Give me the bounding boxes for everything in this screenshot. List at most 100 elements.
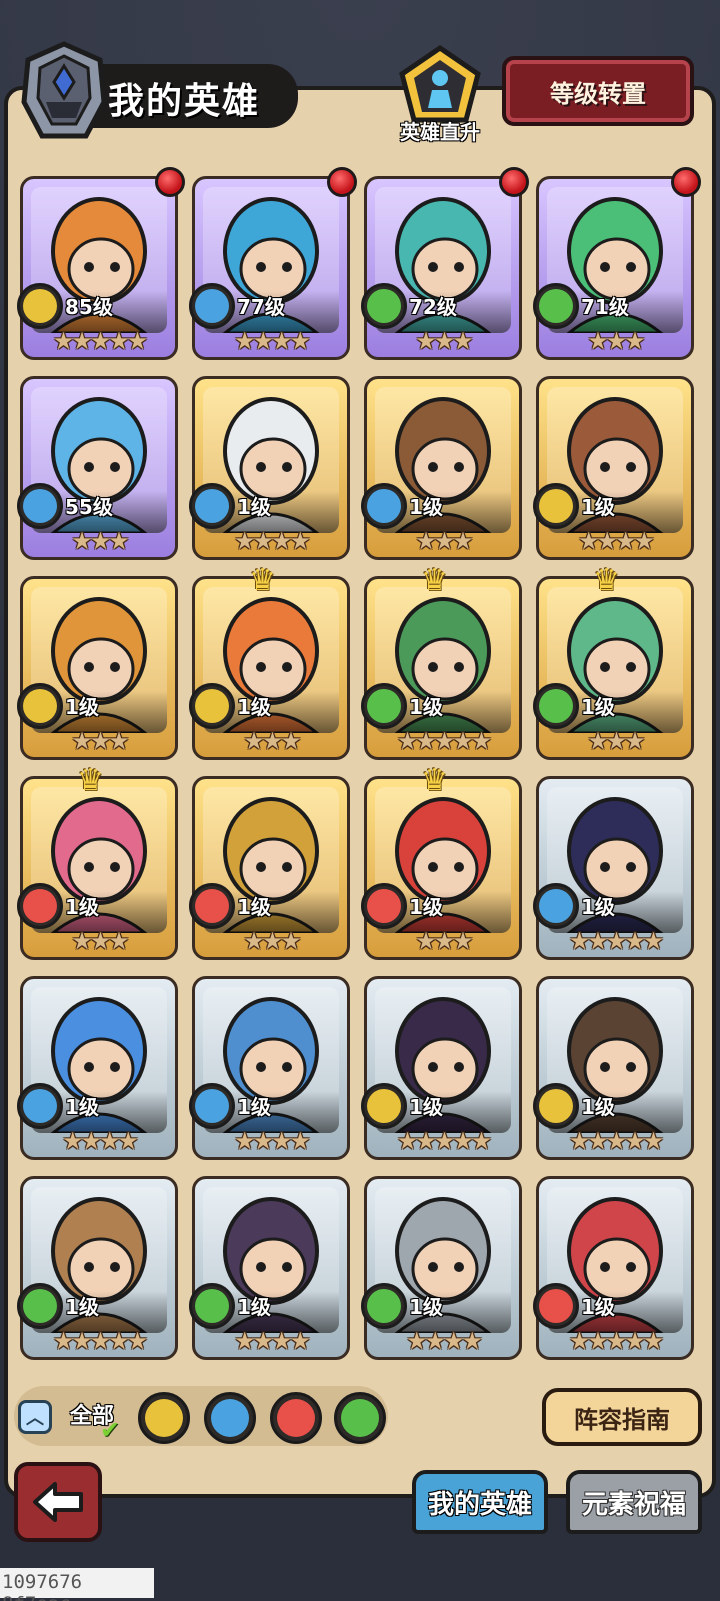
hero-card[interactable]: 1级 ★★★★★ [361,976,522,1160]
notification-dot [671,167,701,197]
hero-promote-button[interactable]: 英雄直升 [388,44,492,144]
fire-element-icon [17,883,63,929]
hero-promote-icon [399,44,481,123]
hero-card[interactable]: 1级 ★★★★★ [533,776,694,960]
tab-my-heroes[interactable]: 我的英雄 [412,1470,548,1534]
wind-element-icon [189,1283,235,1329]
hero-card[interactable]: 1级 ★★★ ♛ [17,763,178,960]
tab-element-blessing[interactable]: 元素祝福 [566,1470,702,1534]
notification-dot [155,167,185,197]
filter-wind-icon[interactable] [334,1392,386,1444]
hero-card[interactable]: 1级 ★★★★ [17,976,178,1160]
water-element-icon [17,483,63,529]
hero-card[interactable]: 72级 ★★★ [361,167,529,360]
wind-element-icon [17,1283,63,1329]
hero-level: 1级 [581,1095,615,1119]
fire-element-icon [189,883,235,929]
hero-stars: ★★★ [415,527,474,555]
crown-icon: ♛ [593,563,620,598]
hero-level: 1级 [65,695,99,719]
hero-level: 1级 [581,495,615,519]
hero-level: 1级 [65,1095,99,1119]
notification-dot [499,167,529,197]
hero-level: 1级 [237,1295,271,1319]
water-element-icon [189,283,235,329]
filter-fire-icon[interactable] [270,1392,322,1444]
checkmark-icon: ✔ [100,1416,121,1444]
hero-level: 71级 [581,295,629,319]
water-element-icon [17,1083,63,1129]
hero-card[interactable]: 1级 ★★★★ [533,376,694,560]
hero-card[interactable]: 71级 ★★★ [533,167,701,360]
hero-card[interactable]: 1级 ★★★ [17,576,178,760]
hero-card[interactable]: 1级 ★★★★★ [17,1176,178,1360]
water-element-icon [361,483,407,529]
crown-icon: ♛ [421,563,448,598]
helmet-icon [21,41,107,139]
hero-card[interactable]: 1级 ★★★★★ ♛ [361,563,522,760]
hero-stars: ★★★ [415,327,474,355]
hero-card[interactable]: 1级 ★★★★ [361,1176,522,1360]
hero-stars: ★★★★★ [396,1127,493,1155]
hero-card[interactable]: 1级 ★★★★ [189,976,350,1160]
earth-element-icon [17,683,63,729]
earth-element-icon [533,1083,579,1129]
filter-earth-icon[interactable] [138,1392,190,1444]
water-element-icon [189,483,235,529]
hero-card[interactable]: 85级 ★★★★★ [17,167,185,360]
hero-card[interactable]: 77级 ★★★★ [189,167,357,360]
hero-card[interactable]: 1级 ★★★ ♛ [533,563,694,760]
hero-stars: ★★★★ [61,1127,139,1155]
hero-card[interactable]: 1级 ★★★★★ [533,976,694,1160]
hero-level: 1级 [409,1095,443,1119]
earth-element-icon [361,1083,407,1129]
hero-card[interactable]: 1级 ★★★ ♛ [189,563,350,760]
chevron-up-icon[interactable]: ︿ [18,1400,52,1434]
hero-card[interactable]: 1级 ★★★★ [189,376,350,560]
hero-card[interactable]: 1级 ★★★★ [189,1176,350,1360]
fire-element-icon [533,1283,579,1329]
hero-stars: ★★★★★ [396,727,493,755]
hero-level: 1级 [237,895,271,919]
hero-stars: ★★★ [243,927,302,955]
filter-water-icon[interactable] [204,1392,256,1444]
level-reset-button[interactable]: 等级转置 [502,56,694,126]
hero-promote-label: 英雄直升 [400,120,480,144]
hero-card[interactable]: 1级 ★★★★★ [533,1176,694,1360]
back-arrow-icon [33,1482,83,1522]
hero-stars: ★★★★ [233,327,311,355]
hero-level: 1级 [409,1295,443,1319]
hero-level: 1级 [237,495,271,519]
debug-label: 1097676 8f7eac [0,1568,154,1601]
earth-element-icon [189,683,235,729]
hero-stars: ★★★ [415,927,474,955]
hero-stars: ★★★★★ [568,1327,665,1355]
hero-stars: ★★★★★ [52,1327,149,1355]
hero-stars: ★★★★★ [568,927,665,955]
team-guide-button[interactable]: 阵容指南 [542,1388,702,1446]
hero-level: 1级 [65,895,99,919]
hero-level: 1级 [237,1095,271,1119]
hero-stars: ★★★★ [233,1127,311,1155]
hero-stars: ★★★ [243,727,302,755]
hero-stars: ★★★★★ [52,327,149,355]
water-element-icon [533,883,579,929]
wind-element-icon [361,683,407,729]
back-button[interactable] [14,1462,102,1542]
hero-card[interactable]: 55级 ★★★ [17,376,178,560]
crown-icon: ♛ [421,763,448,798]
hero-level: 1级 [409,495,443,519]
hero-level: 77级 [237,295,285,319]
crown-icon: ♛ [77,763,104,798]
hero-card[interactable]: 1级 ★★★ ♛ [361,763,522,960]
notification-dot [327,167,357,197]
hero-stars: ★★★ [587,727,646,755]
hero-card[interactable]: 1级 ★★★ [189,776,350,960]
crown-icon: ♛ [249,563,276,598]
wind-element-icon [533,683,579,729]
hero-level: 1级 [409,695,443,719]
page-title: 我的英雄 [108,81,261,122]
hero-level: 55级 [65,495,113,519]
hero-stars: ★★★ [71,927,130,955]
hero-card[interactable]: 1级 ★★★ [361,376,522,560]
